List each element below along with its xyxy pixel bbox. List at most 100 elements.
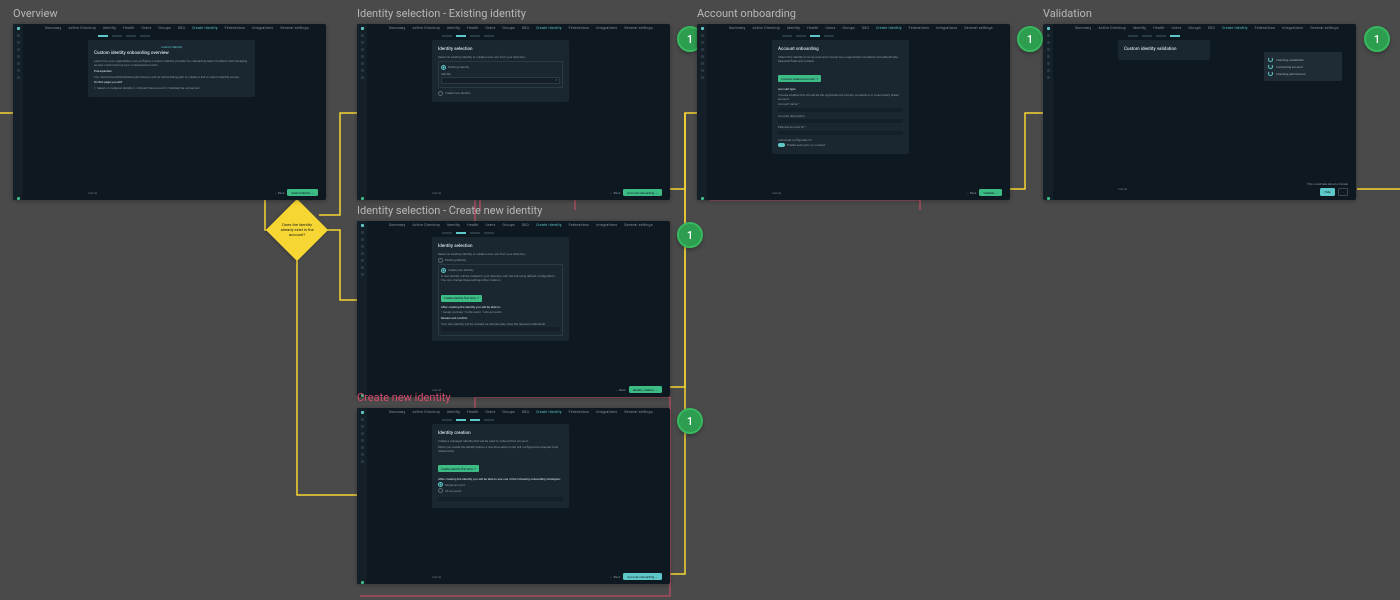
- back-button[interactable]: ← Back: [610, 191, 620, 195]
- top-nav: SummaryActive DirectoryIdentityHealthUse…: [367, 25, 670, 30]
- plus-icon[interactable]: [1047, 197, 1050, 200]
- cancel-link[interactable]: Cancel: [432, 191, 441, 195]
- frame-label: Identity selection - Existing identity: [357, 7, 670, 20]
- comment-badge[interactable]: 1: [677, 408, 703, 434]
- app-sidebar: [697, 24, 707, 200]
- spinner-icon: [1268, 71, 1273, 76]
- back-button[interactable]: ← Back: [610, 575, 620, 579]
- spinner-icon: [1268, 57, 1273, 62]
- account-input[interactable]: [438, 497, 563, 501]
- plus-icon[interactable]: [17, 197, 20, 200]
- wizard-footer: Cancel This could take about a minute Hi…: [1118, 182, 1348, 196]
- content-card: Custom identity validation: [1118, 40, 1210, 60]
- top-nav: SummaryActive DirectoryIdentityHealthUse…: [367, 409, 670, 414]
- comment-badge[interactable]: 1: [677, 222, 703, 248]
- content-card: Custom Identity Custom identity onboardi…: [88, 40, 255, 97]
- page-title: Custom identity onboarding overview: [94, 51, 249, 56]
- comment-badge[interactable]: 1: [1017, 26, 1043, 52]
- page-title: Account onboarding: [778, 47, 903, 52]
- page-title: Identity creation: [438, 431, 563, 436]
- wizard-stepper: [1128, 35, 1180, 37]
- screen-account-onboarding: SummaryActive DirectoryIdentityHealthUse…: [697, 24, 1010, 200]
- cancel-link[interactable]: Cancel: [432, 575, 441, 579]
- frame-create-identity[interactable]: Create new identity SummaryActive Direct…: [357, 391, 670, 584]
- account-name-input[interactable]: [778, 108, 903, 112]
- frame-identity-existing[interactable]: Identity selection - Existing identity S…: [357, 7, 670, 200]
- plus-icon[interactable]: [701, 197, 704, 200]
- page-title: Identity selection: [438, 47, 563, 52]
- top-nav: SummaryActive DirectoryIdentityHealthUse…: [367, 222, 670, 227]
- next-button[interactable]: Validate →: [979, 189, 1002, 196]
- frame-validation[interactable]: Validation SummaryActive DirectoryIdenti…: [1043, 7, 1356, 200]
- content-card: Identity selection Select an existing id…: [432, 237, 569, 341]
- top-nav: SummaryActive DirectoryIdentityHealthUse…: [23, 25, 326, 30]
- page-title: Identity selection: [438, 244, 563, 249]
- next-button[interactable]: Select identity →: [287, 189, 318, 196]
- radio-existing[interactable]: Existing identity: [441, 65, 560, 70]
- radio-new[interactable]: Create new identity: [441, 268, 560, 273]
- radio-existing[interactable]: Existing identity: [438, 258, 563, 263]
- back-button[interactable]: ← Back: [274, 191, 284, 195]
- wizard-stepper: [442, 419, 494, 421]
- wizard-stepper: [98, 35, 150, 37]
- plus-icon[interactable]: [361, 197, 364, 200]
- next-button[interactable]: Account onboarding →: [623, 189, 662, 196]
- frame-label: Identity selection - Create new identity: [357, 204, 670, 217]
- content-card: Identity selection Select an existing id…: [432, 40, 569, 102]
- top-nav: SummaryActive DirectoryIdentityHealthUse…: [1053, 25, 1356, 30]
- create-identity-button[interactable]: Create identity first time ↗: [441, 295, 482, 302]
- frame-label: Account onboarding: [697, 7, 1010, 20]
- wizard-footer: Cancel ← Back Account onboarding →: [432, 189, 662, 196]
- content-card: Account onboarding Attach this identity …: [772, 40, 909, 154]
- frame-label: Create new identity: [357, 391, 670, 404]
- wizard-stepper: [442, 35, 494, 37]
- radio-new[interactable]: Create new identity: [438, 91, 563, 96]
- cancel-link[interactable]: Cancel: [772, 191, 781, 195]
- wizard-stepper: [782, 35, 834, 37]
- frame-account-onboarding[interactable]: Account onboarding SummaryActive Directo…: [697, 7, 1010, 200]
- identity-select[interactable]: [441, 77, 560, 84]
- frame-label: Validation: [1043, 7, 1356, 20]
- decision-diamond: Does the identity already exist in the a…: [266, 199, 328, 261]
- wizard-footer: Cancel ← Back Account onboarding →: [432, 573, 662, 580]
- content-card: Identity creation Create a managed ident…: [432, 424, 569, 508]
- cancel-link[interactable]: Cancel: [1118, 187, 1127, 191]
- wizard-footer: Cancel ← Back Validate →: [772, 189, 1002, 196]
- plus-icon[interactable]: [361, 581, 364, 584]
- frame-overview[interactable]: Overview SummaryActive DirectoryIdentity…: [13, 7, 326, 200]
- radio-all[interactable]: All accounts: [438, 488, 563, 493]
- back-button[interactable]: ← Back: [966, 191, 976, 195]
- screen-identity-existing: SummaryActive DirectoryIdentityHealthUse…: [357, 24, 670, 200]
- frame-label: Overview: [13, 7, 326, 20]
- app-sidebar: [357, 408, 367, 584]
- autosync-toggle[interactable]: [778, 143, 785, 147]
- top-nav: SummaryActive DirectoryIdentityHealthUse…: [707, 25, 1010, 30]
- screen-validation: SummaryActive DirectoryIdentityHealthUse…: [1043, 24, 1356, 200]
- comment-badge[interactable]: 1: [1364, 26, 1390, 52]
- screen-overview: SummaryActive DirectoryIdentityHealthUse…: [13, 24, 326, 200]
- external-id-input[interactable]: [778, 131, 903, 135]
- status-label: This could take about a minute: [1307, 182, 1348, 186]
- app-sidebar: [357, 24, 367, 200]
- account-desc-input[interactable]: [778, 119, 903, 123]
- app-sidebar: [1043, 24, 1053, 200]
- connect-external-button[interactable]: Connect external account ↗: [778, 75, 821, 82]
- next-button[interactable]: Account onboarding →: [623, 573, 662, 580]
- cancel-link[interactable]: Cancel: [88, 191, 97, 195]
- validation-status-card: Checking credentials Connecting account …: [1264, 52, 1342, 81]
- radio-single[interactable]: Single account: [438, 482, 563, 487]
- decision-text: Does the identity already exist in the a…: [277, 222, 317, 238]
- wizard-footer: Cancel ← Back Select identity →: [88, 189, 318, 196]
- screen-identity-new: SummaryActive DirectoryIdentityHealthUse…: [357, 221, 670, 397]
- spinner-icon: [1268, 64, 1273, 69]
- frame-identity-new[interactable]: Identity selection - Create new identity…: [357, 204, 670, 397]
- hide-button[interactable]: Hide: [1320, 188, 1334, 196]
- page-title: Custom identity validation: [1124, 47, 1204, 52]
- advanced-toggle[interactable]: Advanced configuration ▾: [778, 138, 903, 142]
- app-sidebar: [13, 24, 23, 200]
- app-sidebar: [357, 221, 367, 397]
- create-identity-button[interactable]: Create identity first time ↗: [438, 465, 479, 472]
- confirm-input[interactable]: [441, 327, 560, 331]
- screen-create-identity: SummaryActive DirectoryIdentityHealthUse…: [357, 408, 670, 584]
- ghost-button[interactable]: ···: [1338, 188, 1348, 196]
